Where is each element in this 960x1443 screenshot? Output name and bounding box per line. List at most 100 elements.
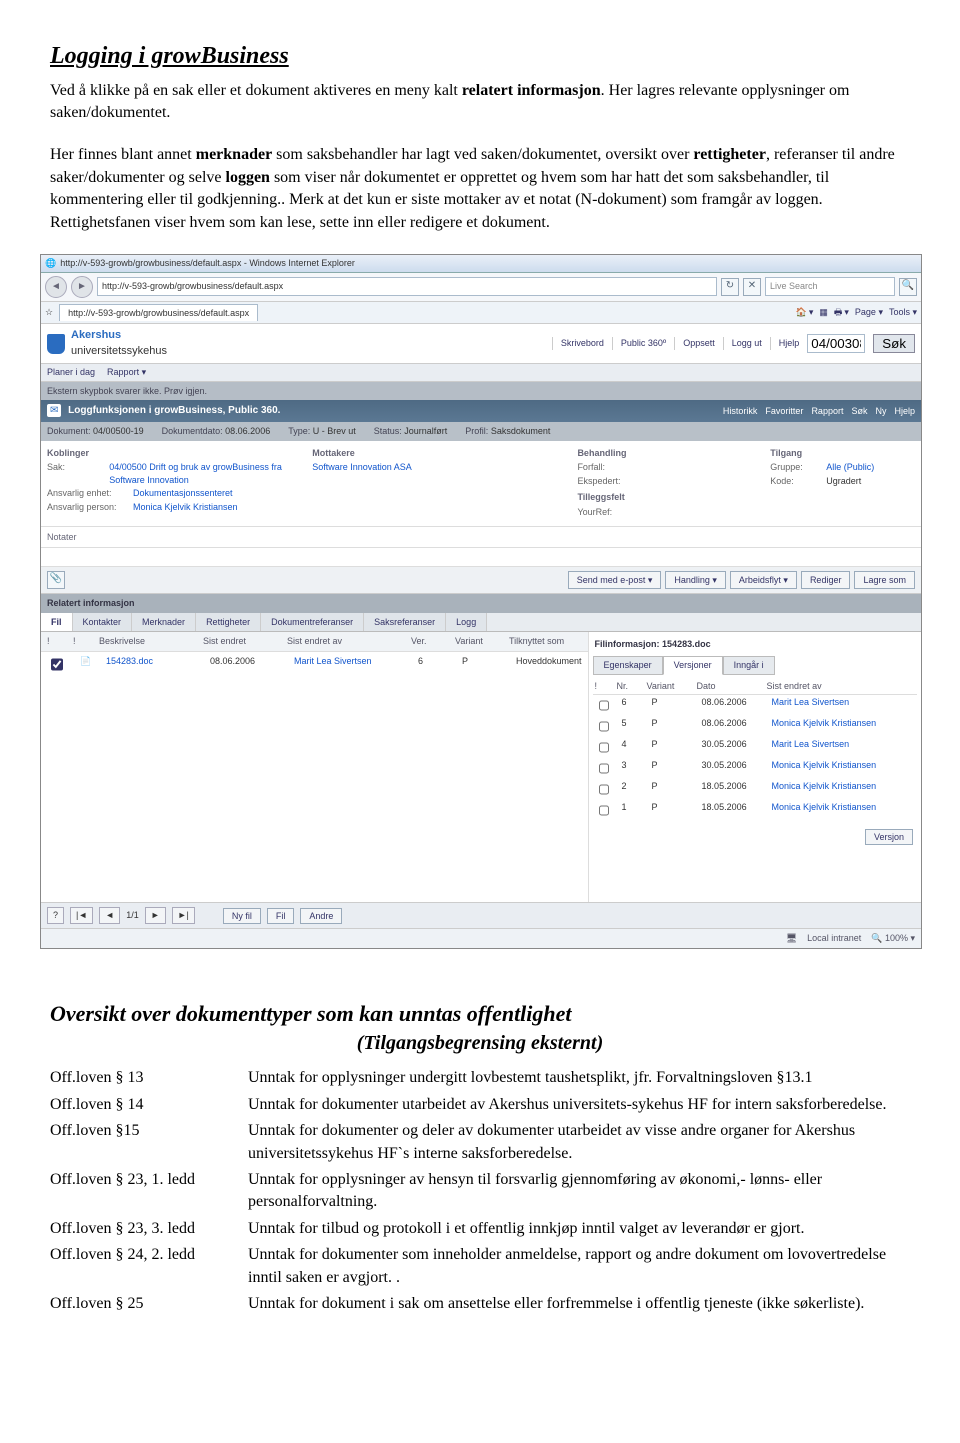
header-link-sok[interactable]: Søk [851, 405, 867, 418]
version-row[interactable]: 5P08.06.2006Monica Kjelvik Kristiansen [593, 716, 917, 737]
yourref-label: YourRef: [577, 506, 657, 519]
file-row[interactable]: 📄 154283.doc 08.06.2006 Marit Lea Sivert… [41, 652, 588, 677]
tilleggsfelt-header: Tilleggsfelt [577, 491, 746, 504]
person-link[interactable]: Monica Kjelvik Kristiansen [133, 501, 238, 514]
tools-menu[interactable]: Tools ▾ [889, 306, 917, 319]
header-link-hjelp[interactable]: Hjelp [894, 405, 915, 418]
header-link-rapport[interactable]: Rapport [811, 405, 843, 418]
ver-checkbox[interactable] [599, 783, 609, 796]
refresh-icon[interactable]: ↻ [721, 278, 739, 296]
favorites-icon[interactable]: ☆ [45, 306, 53, 319]
version-row[interactable]: 3P30.05.2006Monica Kjelvik Kristiansen [593, 758, 917, 779]
tab-logg[interactable]: Logg [446, 613, 487, 632]
gruppe-value: Alle (Public) [826, 461, 874, 474]
ver-editor-link[interactable]: Monica Kjelvik Kristiansen [772, 780, 877, 799]
header-link-favoritter[interactable]: Favoritter [765, 405, 803, 418]
person-label: Ansvarlig person: [47, 501, 127, 514]
page-menu[interactable]: Page ▾ [855, 306, 883, 319]
rediger-button[interactable]: Rediger [801, 571, 851, 589]
nav-forward-button[interactable]: ► [71, 276, 93, 298]
fi-tab-inngaari[interactable]: Inngår i [723, 656, 775, 675]
version-row[interactable]: 1P18.05.2006Monica Kjelvik Kristiansen [593, 800, 917, 821]
ver-editor-link[interactable]: Marit Lea Sivertsen [772, 696, 850, 715]
ver-variant: P [652, 801, 692, 820]
pager-last[interactable]: ►| [172, 907, 195, 924]
versjon-button[interactable]: Versjon [865, 829, 913, 845]
address-bar[interactable]: http://v-593-growb/growbusiness/default.… [97, 277, 717, 296]
ver-checkbox[interactable] [599, 804, 609, 817]
meta-type-label: Type: [288, 426, 310, 436]
globe-icon: 🌐 [45, 257, 56, 270]
ver-editor-link[interactable]: Monica Kjelvik Kristiansen [772, 717, 877, 736]
top-search-input[interactable] [807, 334, 865, 353]
search-go-icon[interactable]: 🔍 [899, 278, 917, 296]
menu-rapport[interactable]: Rapport ▾ [107, 366, 146, 379]
pager-first[interactable]: |◄ [70, 907, 93, 924]
topnav-loggut[interactable]: Logg ut [723, 337, 762, 350]
sak-link[interactable]: 04/00500 Drift og bruk av growBusiness f… [109, 461, 288, 486]
meta-type: U - Brev ut [313, 426, 356, 436]
ver-dato: 08.06.2006 [702, 717, 762, 736]
print-button[interactable]: 🖶 ▾ [834, 306, 849, 319]
zone-icon: 🖥 [786, 932, 797, 945]
stop-icon[interactable]: ✕ [743, 278, 761, 296]
zoom-label[interactable]: 🔍 100% ▾ [871, 932, 915, 945]
file-editor-link[interactable]: Marit Lea Sivertsen [294, 655, 404, 674]
andre-button[interactable]: Andre [300, 908, 342, 924]
ver-checkbox[interactable] [599, 699, 609, 712]
nav-back-button[interactable]: ◄ [45, 276, 67, 298]
fi-tab-egenskaper[interactable]: Egenskaper [593, 656, 663, 675]
fi-tab-versjoner[interactable]: Versjoner [663, 656, 723, 675]
handling-button[interactable]: Handling ▾ [665, 571, 726, 589]
tab-kontakter[interactable]: Kontakter [73, 613, 133, 632]
pager-help-icon[interactable]: ? [47, 907, 64, 924]
expand-icon[interactable]: 📎 [47, 571, 65, 589]
file-checkbox[interactable] [51, 658, 63, 671]
topnav-skrivebord[interactable]: Skrivebord [552, 337, 604, 350]
ver-checkbox[interactable] [599, 741, 609, 754]
tab-rettigheter[interactable]: Rettigheter [196, 613, 261, 632]
pager-count: 1/1 [126, 909, 139, 922]
browser-tab[interactable]: http://v-593-growb/growbusiness/default.… [59, 304, 258, 322]
ver-variant: P [652, 717, 692, 736]
meta-dato-label: Dokumentdato: [162, 426, 223, 436]
feeds-button[interactable]: ▦ [819, 306, 828, 319]
ver-checkbox[interactable] [599, 720, 609, 733]
topnav-public360[interactable]: Public 360º [612, 337, 666, 350]
ver-editor-link[interactable]: Marit Lea Sivertsen [772, 738, 850, 757]
pager-prev[interactable]: ◄ [99, 907, 120, 924]
version-row[interactable]: 2P18.05.2006Monica Kjelvik Kristiansen [593, 779, 917, 800]
nyfil-button[interactable]: Ny fil [223, 908, 261, 924]
ver-nr: 3 [622, 759, 642, 778]
topnav-oppsett[interactable]: Oppsett [674, 337, 715, 350]
browser-search-input[interactable]: Live Search [765, 277, 895, 296]
top-search-button[interactable]: Søk [873, 334, 915, 353]
tab-dokumentreferanser[interactable]: Dokumentreferanser [261, 613, 364, 632]
header-link-ny[interactable]: Ny [875, 405, 886, 418]
ver-variant: P [652, 759, 692, 778]
pager-next[interactable]: ► [145, 907, 166, 924]
mottaker-link[interactable]: Software Innovation ASA [312, 461, 412, 474]
topnav-hjelp[interactable]: Hjelp [770, 337, 800, 350]
ver-editor-link[interactable]: Monica Kjelvik Kristiansen [772, 801, 877, 820]
forfall-label: Forfall: [577, 461, 657, 474]
send-epost-button[interactable]: Send med e-post ▾ [568, 571, 662, 589]
file-name-link[interactable]: 154283.doc [106, 655, 196, 674]
lagre-som-button[interactable]: Lagre som [854, 571, 915, 589]
law-label: Off.loven §15 [50, 1118, 248, 1167]
ver-checkbox[interactable] [599, 762, 609, 775]
tab-saksreferanser[interactable]: Saksreferanser [364, 613, 446, 632]
arbeidsflyt-button[interactable]: Arbeidsflyt ▾ [730, 571, 797, 589]
tab-merknader[interactable]: Merknader [132, 613, 196, 632]
menu-planer[interactable]: Planer i dag [47, 366, 95, 379]
tab-fil[interactable]: Fil [41, 613, 73, 632]
version-row[interactable]: 4P30.05.2006Marit Lea Sivertsen [593, 737, 917, 758]
header-link-historikk[interactable]: Historikk [723, 405, 758, 418]
fil-button[interactable]: Fil [267, 908, 295, 924]
home-button[interactable]: 🏠 ▾ [796, 306, 814, 319]
enhet-link[interactable]: Dokumentasjonssenteret [133, 487, 233, 500]
version-row[interactable]: 6P08.06.2006Marit Lea Sivertsen [593, 695, 917, 716]
ver-editor-link[interactable]: Monica Kjelvik Kristiansen [772, 759, 877, 778]
section2-subheading: (Tilgangsbegrensing eksternt) [50, 1029, 910, 1057]
law-label: Off.loven § 23, 1. ledd [50, 1167, 248, 1216]
